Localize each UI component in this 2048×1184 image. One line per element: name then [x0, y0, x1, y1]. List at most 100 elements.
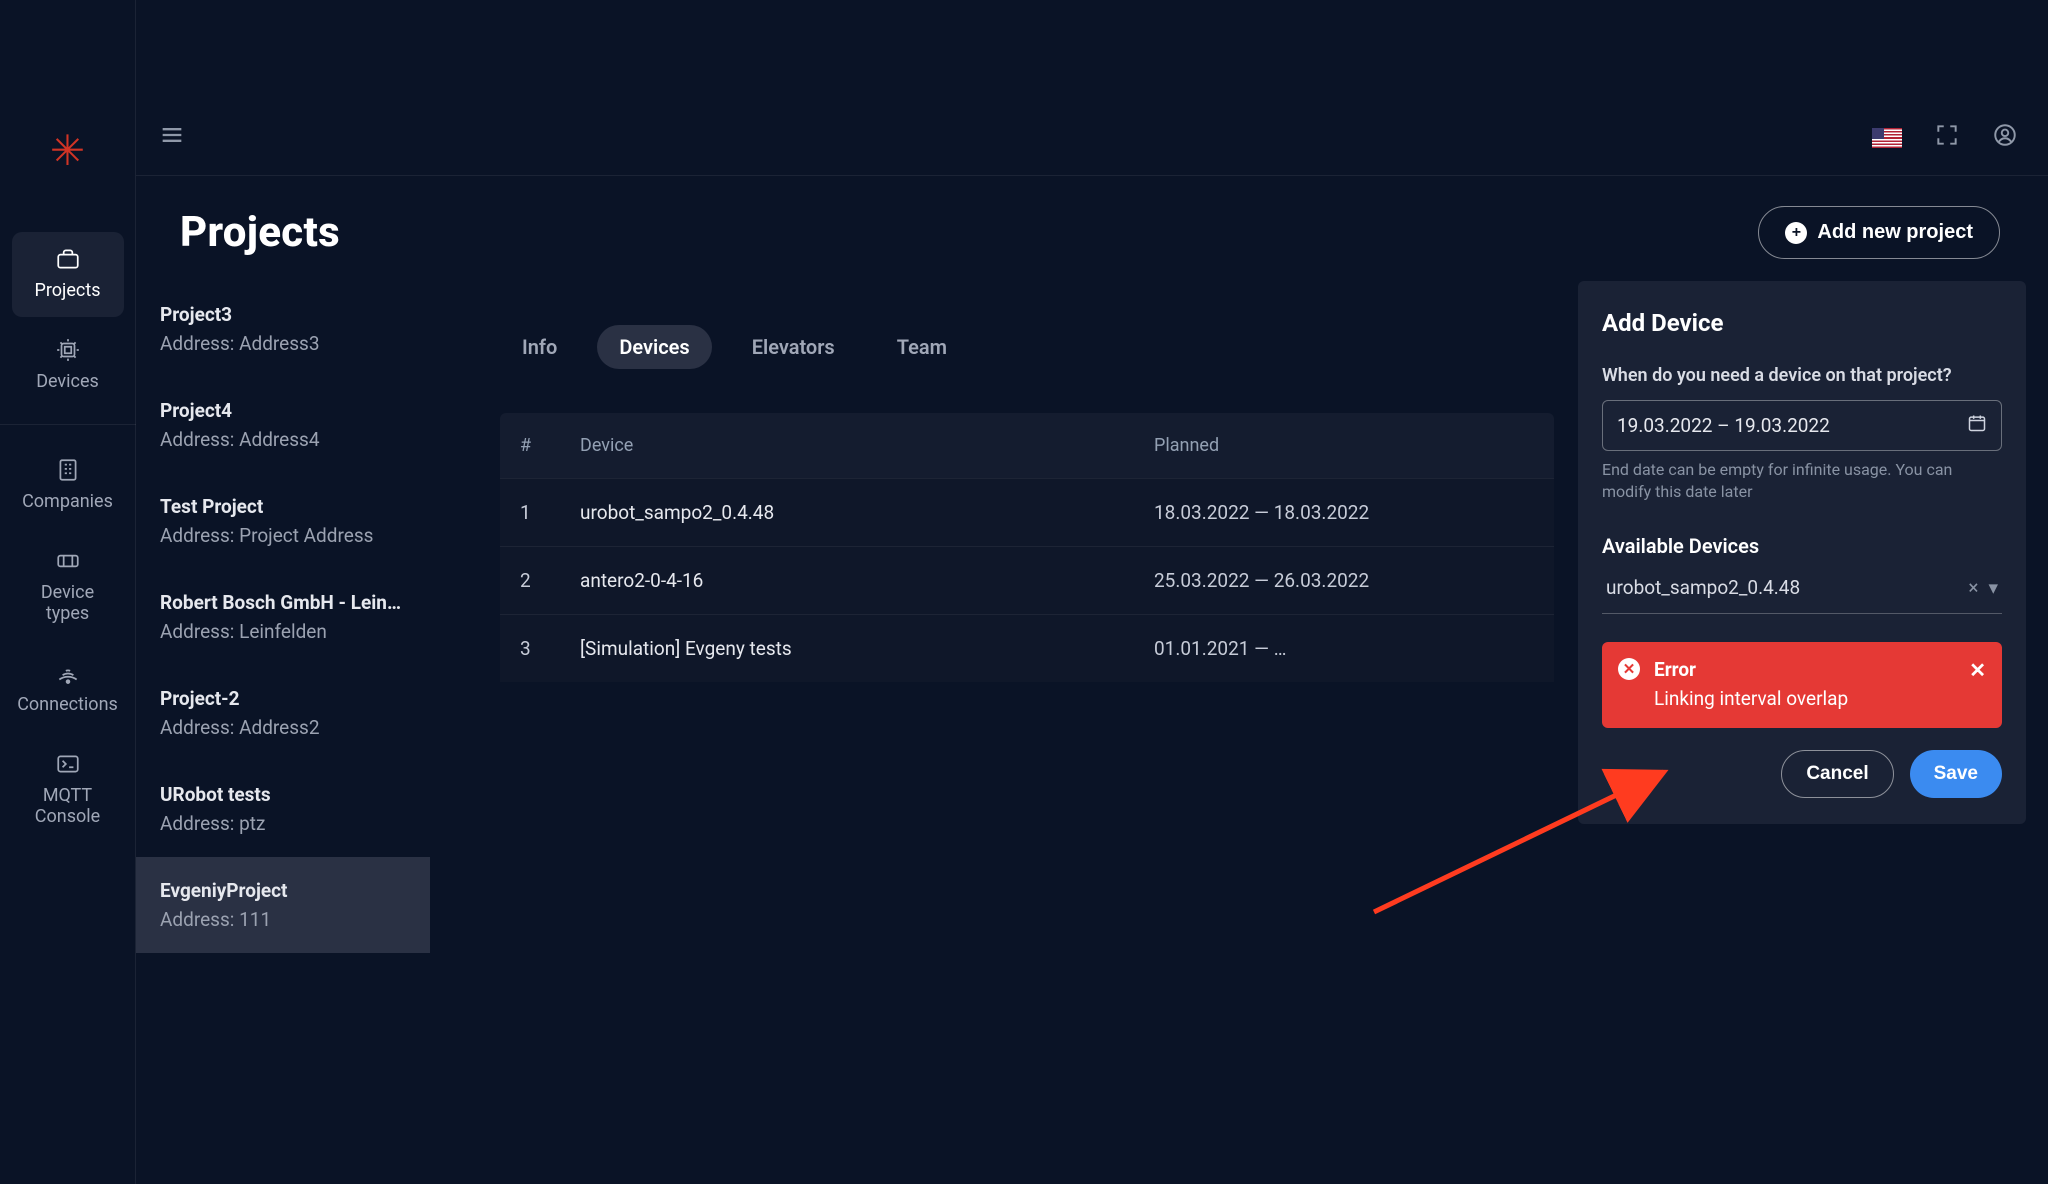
project-address: Address: Address3 [160, 332, 406, 355]
select-icons: × ▾ [1968, 576, 1998, 599]
project-item[interactable]: Project-2 Address: Address2 [136, 665, 430, 761]
signal-icon [55, 660, 81, 686]
close-icon[interactable]: ✕ [1969, 658, 1986, 682]
date-hint: End date can be empty for infinite usage… [1602, 459, 2002, 504]
date-range-input[interactable]: 19.03.2022 – 19.03.2022 [1602, 400, 2002, 451]
panel-title: Add Device [1602, 309, 2002, 337]
project-address: Address: 111 [160, 908, 406, 931]
error-title: Error [1654, 658, 1848, 681]
sidebar-item-projects[interactable]: Projects [12, 232, 124, 317]
project-address: Address: Address4 [160, 428, 406, 451]
panel-actions: Cancel Save [1602, 750, 2002, 798]
save-button[interactable]: Save [1910, 750, 2002, 798]
cell-num: 3 [520, 637, 580, 660]
col-num: # [520, 435, 580, 456]
add-new-project-button[interactable]: + Add new project [1758, 206, 2000, 259]
tabs: Info Devices Elevators Team [476, 281, 1578, 395]
available-device-select[interactable]: urobot_sampo2_0.4.48 × ▾ [1602, 558, 2002, 614]
page-title: Projects [180, 208, 340, 257]
cell-device: [Simulation] Evgeny tests [580, 637, 1154, 660]
tab-info[interactable]: Info [500, 325, 579, 369]
project-address: Address: Address2 [160, 716, 406, 739]
sidebar-item-label: Projects [35, 280, 101, 301]
sidebar-item-devices[interactable]: Devices [12, 323, 124, 408]
user-icon[interactable] [1992, 122, 2018, 153]
error-alert: ✕ Error Linking interval overlap ✕ [1602, 642, 2002, 728]
sidebar-item-label: Device types [18, 582, 118, 624]
nav-items: Projects Devices Companies Device types [0, 232, 135, 843]
available-devices-label: Available Devices [1602, 534, 2002, 558]
table-header: # Device Planned [500, 413, 1554, 478]
tab-devices[interactable]: Devices [597, 325, 711, 369]
table-row[interactable]: 2 antero2-0-4-16 25.03.2022 — 26.03.2022 [500, 546, 1554, 614]
chevron-down-icon[interactable]: ▾ [1988, 576, 1998, 599]
sidebar-item-device-types[interactable]: Device types [12, 534, 124, 640]
sidebar-item-label: Companies [22, 491, 113, 512]
table-row[interactable]: 1 urobot_sampo2_0.4.48 18.03.2022 — 18.0… [500, 478, 1554, 546]
col-device: Device [580, 435, 1154, 456]
table-row[interactable]: 3 [Simulation] Evgeny tests 01.01.2021 —… [500, 614, 1554, 682]
project-item[interactable]: Test Project Address: Project Address [136, 473, 430, 569]
briefcase-icon [55, 246, 81, 272]
center-column: Info Devices Elevators Team # Device Pla… [430, 281, 1578, 682]
project-name: Project3 [160, 303, 406, 326]
project-item[interactable]: URobot tests Address: ptz [136, 761, 430, 857]
project-name: Test Project [160, 495, 406, 518]
tab-elevators[interactable]: Elevators [730, 325, 857, 369]
project-name: Project-2 [160, 687, 406, 710]
cancel-button[interactable]: Cancel [1781, 750, 1893, 798]
project-name: EvgeniyProject [160, 879, 406, 902]
projects-list: Project3 Address: Address3 Project4 Addr… [136, 281, 430, 953]
project-address: Address: ptz [160, 812, 406, 835]
main: Projects + Add new project Project3 Addr… [136, 0, 2048, 1184]
content: Projects + Add new project Project3 Addr… [136, 176, 2048, 1184]
menu-icon[interactable] [158, 121, 186, 154]
sidebar-item-label: MQTT Console [18, 785, 118, 827]
error-message: Linking interval overlap [1654, 687, 1848, 710]
office-icon [55, 457, 81, 483]
selected-device: urobot_sampo2_0.4.48 [1606, 576, 1800, 599]
sidebar-item-label: Devices [36, 371, 99, 392]
project-address: Address: Project Address [160, 524, 406, 547]
sidebar-item-connections[interactable]: Connections [12, 646, 124, 731]
cell-planned: 25.03.2022 — 26.03.2022 [1154, 569, 1534, 592]
cell-num: 2 [520, 569, 580, 592]
nav-rail: ✳ Projects Devices Companies Device ty [0, 0, 136, 1184]
ticket-icon [55, 548, 81, 574]
fullscreen-icon[interactable] [1934, 122, 1960, 153]
locale-flag-icon[interactable] [1872, 128, 1902, 148]
project-name: URobot tests [160, 783, 406, 806]
sidebar-item-companies[interactable]: Companies [12, 443, 124, 528]
cell-planned: 18.03.2022 — 18.03.2022 [1154, 501, 1534, 524]
project-item[interactable]: Project4 Address: Address4 [136, 377, 430, 473]
cell-planned: 01.01.2021 — … [1154, 637, 1534, 660]
project-name: Robert Bosch GmbH - Lein… [160, 591, 406, 614]
topbar-right [1872, 122, 2018, 153]
terminal-icon [55, 751, 81, 777]
tab-team[interactable]: Team [875, 325, 969, 369]
error-icon: ✕ [1618, 658, 1640, 680]
logo-icon: ✳ [50, 131, 85, 173]
cell-num: 1 [520, 501, 580, 524]
project-item[interactable]: EvgeniyProject Address: 111 [136, 857, 430, 953]
project-item[interactable]: Robert Bosch GmbH - Lein… Address: Leinf… [136, 569, 430, 665]
body-row: Project3 Address: Address3 Project4 Addr… [136, 281, 2048, 1184]
page-header: Projects + Add new project [136, 176, 2048, 281]
col-planned: Planned [1154, 435, 1534, 456]
add-device-panel: Add Device When do you need a device on … [1578, 281, 2026, 824]
add-button-label: Add new project [1817, 221, 1973, 244]
project-address: Address: Leinfelden [160, 620, 406, 643]
cell-device: urobot_sampo2_0.4.48 [580, 501, 1154, 524]
calendar-icon [1967, 413, 1987, 438]
date-range-value: 19.03.2022 – 19.03.2022 [1617, 414, 1830, 437]
sidebar-item-mqtt-console[interactable]: MQTT Console [12, 737, 124, 843]
project-name: Project4 [160, 399, 406, 422]
devices-table: # Device Planned 1 urobot_sampo2_0.4.48 … [500, 413, 1554, 682]
clear-icon[interactable]: × [1968, 576, 1978, 599]
chip-icon [55, 337, 81, 363]
topbar [136, 100, 2048, 176]
project-item[interactable]: Project3 Address: Address3 [136, 281, 430, 377]
plus-icon: + [1785, 222, 1807, 244]
cell-device: antero2-0-4-16 [580, 569, 1154, 592]
sidebar-item-label: Connections [17, 694, 118, 715]
